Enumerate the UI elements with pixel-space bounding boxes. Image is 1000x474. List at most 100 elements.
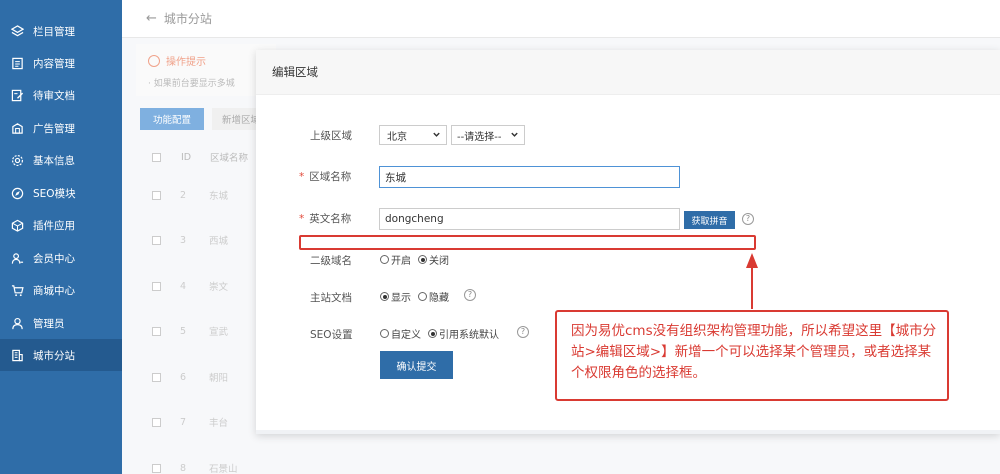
tips-title: 操作提示 bbox=[148, 53, 206, 68]
row-id: 7 bbox=[180, 416, 187, 428]
seo-custom-option[interactable]: 自定义 bbox=[380, 326, 421, 341]
sidebar-item-city-branch[interactable]: 城市分站 bbox=[0, 339, 122, 371]
subdomain-enable-option[interactable]: 开启 bbox=[380, 252, 411, 267]
region-name-input[interactable]: 东城 bbox=[379, 166, 680, 188]
radio-button[interactable] bbox=[380, 292, 389, 301]
sidebar-item-content-management[interactable]: 内容管理 bbox=[0, 47, 122, 79]
radio-button[interactable] bbox=[428, 329, 437, 338]
table-row: 2 东城 bbox=[136, 182, 260, 208]
sidebar-item-ad-management[interactable]: 广告管理 bbox=[0, 112, 122, 144]
row-name: 东城 bbox=[209, 191, 229, 202]
tips-panel: 操作提示 · 如果前台要显示多城 bbox=[136, 44, 276, 96]
table-header: ID 区域名称 bbox=[136, 144, 260, 170]
row-checkbox[interactable] bbox=[152, 463, 161, 473]
row-id: 8 bbox=[180, 462, 187, 474]
seo-settings-label: SEO设置 bbox=[310, 329, 353, 341]
column-header-name: 区域名称 bbox=[210, 153, 249, 164]
row-checkbox[interactable] bbox=[152, 417, 161, 427]
cube-icon bbox=[10, 218, 24, 232]
subdomain-label: 二级域名 bbox=[310, 255, 352, 267]
sidebar-item-label: 城市分站 bbox=[33, 349, 75, 362]
main-docs-hide-option[interactable]: 隐藏 bbox=[418, 289, 449, 304]
row-checkbox[interactable] bbox=[152, 326, 161, 336]
function-config-button[interactable]: 功能配置 bbox=[140, 108, 204, 130]
table-row: 5 宣武 bbox=[136, 318, 260, 344]
help-icon[interactable]: ? bbox=[742, 213, 754, 225]
sidebar-item-label: 商城中心 bbox=[33, 284, 75, 297]
table-row: 6 朝阳 bbox=[136, 364, 260, 390]
row-name: 宣武 bbox=[209, 327, 229, 338]
cart-icon bbox=[10, 283, 24, 297]
get-pinyin-button[interactable]: 获取拼音 bbox=[684, 211, 735, 229]
radio-button[interactable] bbox=[380, 329, 389, 338]
row-checkbox[interactable] bbox=[152, 372, 161, 382]
annotation-highlight-box bbox=[299, 235, 756, 250]
table-row: 4 崇文 bbox=[136, 273, 260, 299]
sidebar-item-label: 插件应用 bbox=[33, 219, 75, 232]
sidebar-item-pending-docs[interactable]: 待审文档 bbox=[0, 79, 122, 111]
row-id: 4 bbox=[180, 280, 187, 292]
sidebar-item-plugins[interactable]: 插件应用 bbox=[0, 209, 122, 241]
row-name: 丰台 bbox=[209, 418, 229, 429]
sidebar-item-label: 广告管理 bbox=[33, 122, 75, 135]
row-name: 石景山 bbox=[209, 464, 238, 474]
sidebar-item-seo[interactable]: SEO模块 bbox=[0, 177, 122, 209]
chevron-down-icon bbox=[511, 132, 518, 137]
row-name: 崇文 bbox=[209, 282, 229, 293]
english-name-input[interactable]: dongcheng bbox=[379, 208, 680, 230]
english-name-label: * 英文名称 bbox=[299, 213, 352, 225]
sidebar-item-label: 管理员 bbox=[33, 317, 65, 330]
row-id: 5 bbox=[180, 325, 187, 337]
table-row: 8 石景山 bbox=[136, 455, 260, 474]
members-icon bbox=[10, 251, 24, 265]
subdomain-disable-option[interactable]: 关闭 bbox=[418, 252, 449, 267]
lightbulb-icon bbox=[148, 54, 160, 67]
compass-icon bbox=[10, 186, 24, 200]
sidebar-item-member-center[interactable]: 会员中心 bbox=[0, 242, 122, 274]
parent-region-label: 上级区域 bbox=[310, 130, 352, 142]
sidebar-item-label: 会员中心 bbox=[33, 252, 75, 265]
annotation-callout: 因为易优cms没有组织架构管理功能，所以希望这里【城市分站>编辑区域>】新增一个… bbox=[555, 310, 949, 401]
seo-default-option[interactable]: 引用系统默认 bbox=[428, 326, 499, 341]
radio-button[interactable] bbox=[418, 255, 427, 264]
select-all-checkbox[interactable] bbox=[152, 152, 161, 162]
tips-line: · 如果前台要显示多城 bbox=[148, 79, 235, 89]
document-icon bbox=[10, 56, 24, 70]
row-name: 朝阳 bbox=[209, 373, 229, 384]
gear-icon bbox=[10, 153, 24, 167]
subdomain-radio-group: 开启 关闭 bbox=[380, 252, 456, 267]
main-docs-label: 主站文档 bbox=[310, 292, 352, 304]
row-checkbox[interactable] bbox=[152, 281, 161, 291]
row-id: 2 bbox=[180, 189, 187, 201]
radio-button[interactable] bbox=[380, 255, 389, 264]
column-header-id: ID bbox=[181, 151, 192, 163]
table-row: 7 丰台 bbox=[136, 409, 260, 435]
page-header: ← 城市分站 bbox=[122, 0, 1000, 38]
row-checkbox[interactable] bbox=[152, 190, 161, 200]
sidebar-item-column-management[interactable]: 栏目管理 bbox=[0, 15, 122, 47]
row-name: 西城 bbox=[209, 236, 229, 247]
layers-icon bbox=[10, 24, 24, 38]
region-name-label: * 区域名称 bbox=[299, 171, 352, 183]
help-icon[interactable]: ? bbox=[464, 289, 476, 301]
row-checkbox[interactable] bbox=[152, 235, 161, 245]
province-select[interactable]: 北京 bbox=[379, 125, 447, 145]
radio-button[interactable] bbox=[418, 292, 427, 301]
sidebar-item-admins[interactable]: 管理员 bbox=[0, 307, 122, 339]
row-id: 6 bbox=[180, 371, 187, 383]
sidebar-item-label: 栏目管理 bbox=[33, 25, 75, 38]
submit-button[interactable]: 确认提交 bbox=[380, 351, 453, 379]
sidebar-item-basic-info[interactable]: 基本信息 bbox=[0, 144, 122, 176]
city-select[interactable]: --请选择-- bbox=[451, 125, 525, 145]
main-docs-radio-group: 显示 隐藏 bbox=[380, 289, 456, 304]
back-arrow-icon[interactable]: ← bbox=[146, 11, 157, 26]
sidebar-item-label: SEO模块 bbox=[33, 187, 76, 200]
page-title: 城市分站 bbox=[163, 12, 212, 26]
seo-radio-group: 自定义 引用系统默认 bbox=[380, 326, 506, 341]
help-icon[interactable]: ? bbox=[517, 326, 529, 338]
main-docs-show-option[interactable]: 显示 bbox=[380, 289, 411, 304]
sidebar-item-label: 内容管理 bbox=[33, 57, 75, 70]
sidebar-item-label: 基本信息 bbox=[33, 154, 75, 167]
sidebar-item-mall-center[interactable]: 商城中心 bbox=[0, 274, 122, 306]
ad-icon bbox=[10, 121, 24, 135]
